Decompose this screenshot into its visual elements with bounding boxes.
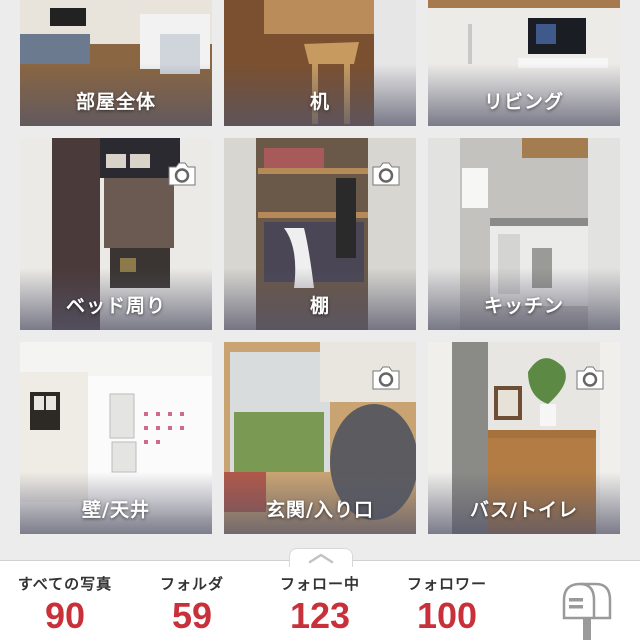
- folder-label: キッチン: [483, 295, 564, 317]
- folder-tile-living[interactable]: リビング: [428, 0, 620, 126]
- camera-icon: [168, 162, 196, 186]
- folder-label: 机: [309, 91, 330, 113]
- folder-tile-wall[interactable]: 壁/天井: [20, 342, 212, 534]
- folder-label: 壁/天井: [82, 499, 150, 521]
- stat-value: 123: [289, 595, 351, 636]
- folder-tile-room[interactable]: 部屋全体: [20, 0, 212, 126]
- folder-label: バス/トイレ: [470, 499, 578, 521]
- folder-label: リビング: [483, 91, 564, 113]
- folder-label: 棚: [309, 295, 330, 317]
- folder-label: 部屋全体: [75, 91, 156, 113]
- stat-followers[interactable]: フォロワー 100: [392, 573, 502, 636]
- stat-label: すべての写真: [17, 575, 113, 593]
- camera-icon: [372, 162, 400, 186]
- stat-following[interactable]: フォロー中 123: [266, 573, 374, 636]
- camera-icon: [576, 366, 604, 390]
- folder-tile-desk[interactable]: 机: [224, 0, 416, 126]
- stat-photos[interactable]: すべての写真 90: [6, 573, 124, 636]
- stat-value: 90: [44, 595, 86, 636]
- folder-tile-kitchen[interactable]: キッチン: [428, 138, 620, 330]
- stat-label: フォロー中: [279, 575, 360, 593]
- folder-tile-bedside[interactable]: ベッド周り: [20, 138, 212, 330]
- folder-tile-entrance[interactable]: 玄関/入り口: [224, 342, 416, 534]
- stat-value: 100: [416, 595, 478, 636]
- folder-grid: 部屋全体 机 リビング ベッド周り 棚 キッチン 壁/天井 玄関/入り口 バス/…: [0, 0, 640, 560]
- folder-label: ベッド周り: [65, 295, 166, 317]
- mailbox-icon[interactable]: [558, 578, 616, 640]
- chevron-up-icon: [308, 553, 334, 564]
- stat-label: フォロワー: [406, 575, 487, 593]
- stat-value: 59: [171, 595, 213, 636]
- stats-bar: すべての写真 90 フォルダ 59 フォロー中 123 フォロワー 100: [0, 560, 640, 641]
- collapse-handle[interactable]: [289, 548, 353, 567]
- folder-label: 玄関/入り口: [266, 499, 374, 521]
- stat-folders[interactable]: フォルダ 59: [140, 573, 244, 636]
- stat-label: フォルダ: [159, 575, 224, 593]
- camera-icon: [372, 366, 400, 390]
- folder-tile-shelf[interactable]: 棚: [224, 138, 416, 330]
- folder-tile-bath[interactable]: バス/トイレ: [428, 342, 620, 534]
